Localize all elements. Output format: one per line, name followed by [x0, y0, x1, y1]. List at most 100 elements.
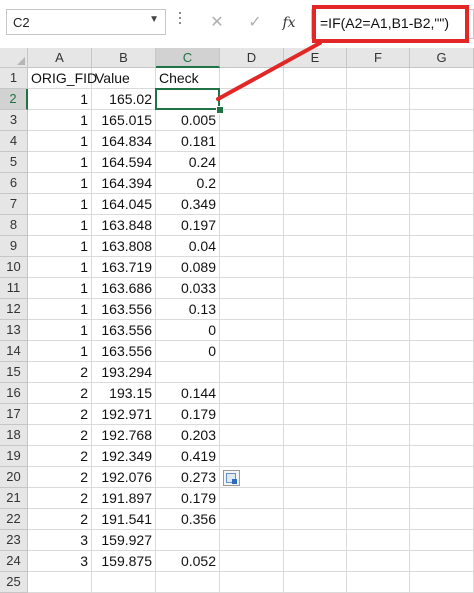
cell-f3[interactable]: [347, 110, 410, 131]
cell-a16[interactable]: 2: [28, 383, 92, 404]
row-header-18[interactable]: 18: [0, 425, 28, 446]
row-header-12[interactable]: 12: [0, 299, 28, 320]
cell-e3[interactable]: [284, 110, 347, 131]
cell-d25[interactable]: [220, 572, 284, 593]
cell-c11[interactable]: 0.033: [156, 278, 220, 299]
cell-b14[interactable]: 163.556: [92, 341, 156, 362]
cell-c17[interactable]: 0.179: [156, 404, 220, 425]
cell-f21[interactable]: [347, 488, 410, 509]
cell-d4[interactable]: [220, 131, 284, 152]
cell-f15[interactable]: [347, 362, 410, 383]
cell-b11[interactable]: 163.686: [92, 278, 156, 299]
cell-a24[interactable]: 3: [28, 551, 92, 572]
cell-a2[interactable]: 1: [28, 89, 92, 110]
cell-g23[interactable]: [410, 530, 474, 551]
cell-f14[interactable]: [347, 341, 410, 362]
cell-e9[interactable]: [284, 236, 347, 257]
cell-b1[interactable]: Value: [92, 68, 156, 89]
cell-c9[interactable]: 0.04: [156, 236, 220, 257]
cell-b4[interactable]: 164.834: [92, 131, 156, 152]
cell-a9[interactable]: 1: [28, 236, 92, 257]
cell-a13[interactable]: 1: [28, 320, 92, 341]
cell-d17[interactable]: [220, 404, 284, 425]
cell-b20[interactable]: 192.076: [92, 467, 156, 488]
row-header-21[interactable]: 21: [0, 488, 28, 509]
cell-e7[interactable]: [284, 194, 347, 215]
cell-a6[interactable]: 1: [28, 173, 92, 194]
row-header-24[interactable]: 24: [0, 551, 28, 572]
cell-c23[interactable]: [156, 530, 220, 551]
cell-c18[interactable]: 0.203: [156, 425, 220, 446]
cell-b19[interactable]: 192.349: [92, 446, 156, 467]
cell-g18[interactable]: [410, 425, 474, 446]
cell-d12[interactable]: [220, 299, 284, 320]
row-header-20[interactable]: 20: [0, 467, 28, 488]
cell-c6[interactable]: 0.2: [156, 173, 220, 194]
cell-d3[interactable]: [220, 110, 284, 131]
cell-d16[interactable]: [220, 383, 284, 404]
cell-a22[interactable]: 2: [28, 509, 92, 530]
column-header-e[interactable]: E: [284, 48, 347, 68]
cell-g21[interactable]: [410, 488, 474, 509]
cell-f12[interactable]: [347, 299, 410, 320]
cell-g19[interactable]: [410, 446, 474, 467]
cell-a25[interactable]: [28, 572, 92, 593]
cell-f1[interactable]: [347, 68, 410, 89]
insert-function-button[interactable]: fx: [279, 12, 299, 34]
cell-b23[interactable]: 159.927: [92, 530, 156, 551]
cell-g16[interactable]: [410, 383, 474, 404]
cell-e22[interactable]: [284, 509, 347, 530]
cell-c16[interactable]: 0.144: [156, 383, 220, 404]
cell-b8[interactable]: 163.848: [92, 215, 156, 236]
row-header-9[interactable]: 9: [0, 236, 28, 257]
cell-b13[interactable]: 163.556: [92, 320, 156, 341]
cell-g17[interactable]: [410, 404, 474, 425]
cell-a5[interactable]: 1: [28, 152, 92, 173]
cell-b21[interactable]: 191.897: [92, 488, 156, 509]
row-header-14[interactable]: 14: [0, 341, 28, 362]
row-header-17[interactable]: 17: [0, 404, 28, 425]
cell-e16[interactable]: [284, 383, 347, 404]
cell-g10[interactable]: [410, 257, 474, 278]
cell-a15[interactable]: 2: [28, 362, 92, 383]
cell-f11[interactable]: [347, 278, 410, 299]
column-header-f[interactable]: F: [347, 48, 410, 68]
cell-c5[interactable]: 0.24: [156, 152, 220, 173]
column-header-g[interactable]: G: [410, 48, 474, 68]
cell-g4[interactable]: [410, 131, 474, 152]
cell-g25[interactable]: [410, 572, 474, 593]
cell-a10[interactable]: 1: [28, 257, 92, 278]
cell-g6[interactable]: [410, 173, 474, 194]
cell-c20[interactable]: 0.273: [156, 467, 220, 488]
cell-f19[interactable]: [347, 446, 410, 467]
cell-a12[interactable]: 1: [28, 299, 92, 320]
cell-d6[interactable]: [220, 173, 284, 194]
cell-g8[interactable]: [410, 215, 474, 236]
name-box[interactable]: C2 ▼: [6, 9, 166, 35]
cell-b16[interactable]: 193.15: [92, 383, 156, 404]
cell-e13[interactable]: [284, 320, 347, 341]
row-header-2[interactable]: 2: [0, 89, 28, 110]
cell-d8[interactable]: [220, 215, 284, 236]
cell-g14[interactable]: [410, 341, 474, 362]
cell-c25[interactable]: [156, 572, 220, 593]
cell-g20[interactable]: [410, 467, 474, 488]
cell-g22[interactable]: [410, 509, 474, 530]
cell-b18[interactable]: 192.768: [92, 425, 156, 446]
cell-e2[interactable]: [284, 89, 347, 110]
cell-c22[interactable]: 0.356: [156, 509, 220, 530]
cell-f18[interactable]: [347, 425, 410, 446]
cell-a19[interactable]: 2: [28, 446, 92, 467]
cell-g7[interactable]: [410, 194, 474, 215]
cell-c7[interactable]: 0.349: [156, 194, 220, 215]
cell-d21[interactable]: [220, 488, 284, 509]
cell-c10[interactable]: 0.089: [156, 257, 220, 278]
cell-a14[interactable]: 1: [28, 341, 92, 362]
cell-a17[interactable]: 2: [28, 404, 92, 425]
cell-d24[interactable]: [220, 551, 284, 572]
cell-e18[interactable]: [284, 425, 347, 446]
column-header-d[interactable]: D: [220, 48, 284, 68]
row-header-7[interactable]: 7: [0, 194, 28, 215]
cell-e23[interactable]: [284, 530, 347, 551]
cell-f2[interactable]: [347, 89, 410, 110]
